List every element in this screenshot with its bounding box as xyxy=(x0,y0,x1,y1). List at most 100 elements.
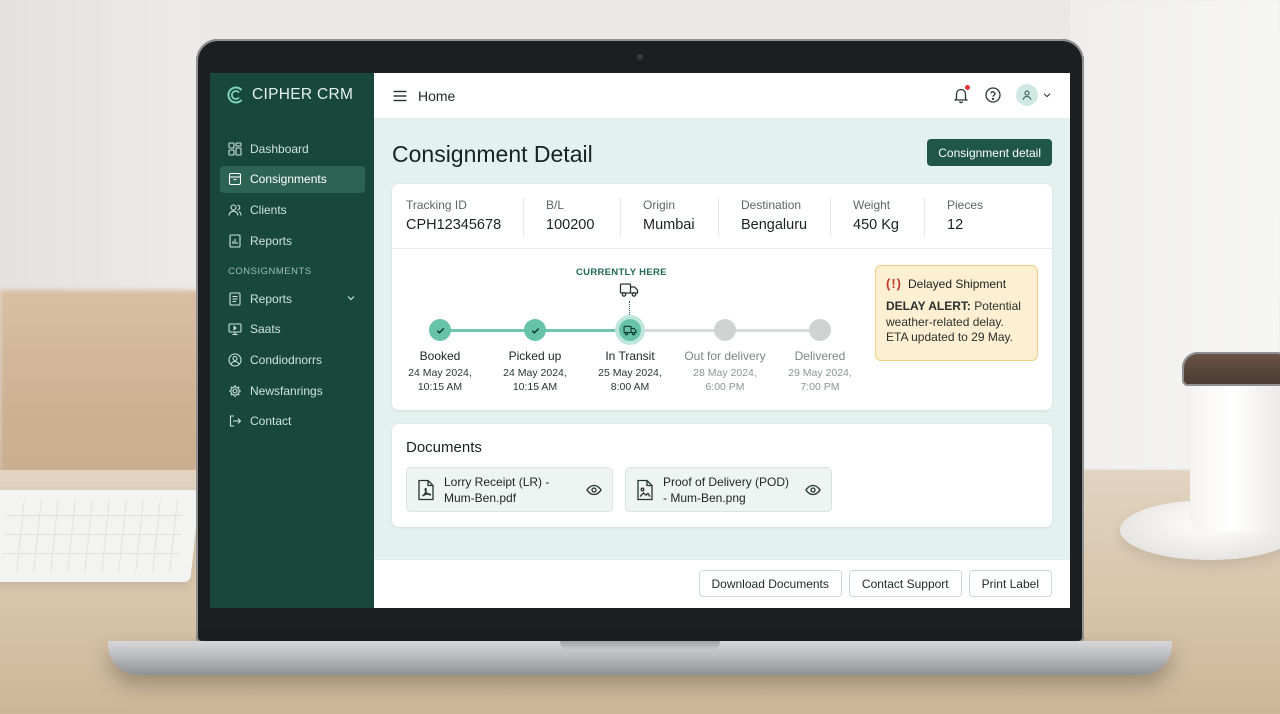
print-label-button[interactable]: Print Label xyxy=(968,570,1052,597)
download-documents-button[interactable]: Download Documents xyxy=(698,570,842,597)
step-date-time: 10:15 AM xyxy=(417,381,463,393)
sidebar-item-label: Newsfanrings xyxy=(250,383,323,398)
step-dot-booked xyxy=(429,319,451,341)
step-date-day: 28 May 2024, xyxy=(693,367,757,379)
field-label: B/L xyxy=(546,198,565,212)
field-value: 12 xyxy=(947,217,964,233)
eye-icon[interactable] xyxy=(805,482,821,498)
contact-support-button[interactable]: Contact Support xyxy=(848,570,962,597)
step-label: In Transit xyxy=(605,349,655,363)
image-file-icon xyxy=(637,479,653,501)
field-label: Weight xyxy=(853,198,891,212)
field-value: 450 Kg xyxy=(853,217,899,233)
step-date-time: 6:00 PM xyxy=(705,381,745,393)
field-value: Mumbai xyxy=(643,217,695,233)
sidebar-item-newsfanrings[interactable]: Newsfanrings xyxy=(220,377,365,404)
consignment-detail-button[interactable]: Consignment detail xyxy=(927,139,1052,166)
chevron-down-icon[interactable] xyxy=(345,292,357,304)
truck-icon xyxy=(623,325,637,335)
document-name: Lorry Receipt (LR) - Mum-Ben.pdf xyxy=(444,475,550,505)
shipment-timeline: CURRENTLY HERE Booked 24 May 2024,10:15 xyxy=(392,249,872,410)
gear-icon xyxy=(229,384,241,397)
users-icon xyxy=(228,204,242,216)
laptop-screen: CIPHER CRM Dashboard Consignments Client… xyxy=(210,73,1070,608)
step-label: Delivered xyxy=(794,349,846,363)
topbar: Home xyxy=(374,73,1070,119)
document-item-pod[interactable]: Proof of Delivery (POD) - Mum-Ben.png xyxy=(625,467,832,512)
sidebar-item-condiodnorrs[interactable]: Condiodnorrs xyxy=(220,346,365,373)
field-value: Bengaluru xyxy=(741,217,808,233)
alert-message: DELAY ALERT: Potential weather-related d… xyxy=(886,299,1027,346)
pdf-file-icon xyxy=(418,479,434,501)
topbar-actions xyxy=(952,84,1052,106)
field-label: Tracking ID xyxy=(406,198,467,212)
current-marker-line xyxy=(629,301,630,315)
brand-name: CIPHER CRM xyxy=(252,86,354,103)
notifications-button[interactable] xyxy=(952,85,970,104)
step-date: 28 May 2024, 6:00 PM xyxy=(675,366,775,394)
check-icon xyxy=(436,327,444,334)
step-date-time: 7:00 PM xyxy=(800,381,840,393)
truck-icon xyxy=(619,283,639,297)
origin-field: Origin Mumbai xyxy=(643,198,695,236)
delay-alert: (!) Delayed Shipment DELAY ALERT: Potent… xyxy=(875,265,1038,361)
step-dot-out-for-delivery xyxy=(714,319,736,341)
webcam xyxy=(637,54,643,60)
shipment-info-row: Tracking ID CPH12345678 B/L 100200 Origi… xyxy=(392,184,1052,249)
coffee-cup xyxy=(1182,352,1280,532)
sidebar-item-label: Reports xyxy=(250,291,293,306)
main-content: Consignment Detail Consignment detail Tr… xyxy=(374,119,1070,559)
page-breadcrumb[interactable]: Home xyxy=(418,88,455,104)
field-label: Origin xyxy=(643,198,676,212)
sidebar-item-label: Condiodnorrs xyxy=(250,352,323,367)
document-icon xyxy=(229,292,241,306)
box-icon xyxy=(228,173,242,186)
step-date-time: 10:15 AM xyxy=(512,381,558,393)
step-date-day: 24 May 2024, xyxy=(503,367,567,379)
logout-icon xyxy=(229,415,242,427)
sidebar-item-label: Reports xyxy=(250,233,293,248)
sidebar-nav: Dashboard Consignments Clients Reports C… xyxy=(220,135,365,439)
chevron-down-icon xyxy=(1043,93,1051,98)
brand[interactable]: CIPHER CRM xyxy=(226,85,353,105)
shipment-card: Tracking ID CPH12345678 B/L 100200 Origi… xyxy=(392,184,1052,410)
sidebar-item-label: Clients xyxy=(250,202,287,217)
user-icon xyxy=(1022,90,1032,100)
action-footer: Download Documents Contact Support Print… xyxy=(374,559,1070,608)
sidebar-item-label: Consignments xyxy=(250,172,327,187)
check-icon xyxy=(531,327,539,334)
currently-here-label: CURRENTLY HERE xyxy=(576,267,667,278)
help-icon xyxy=(985,87,1001,103)
bl-field: B/L 100200 xyxy=(546,198,594,236)
user-circle-icon xyxy=(228,353,242,367)
sidebar-item-reports-group[interactable]: Reports xyxy=(220,285,365,312)
sidebar-item-dashboard[interactable]: Dashboard xyxy=(220,135,365,162)
background-shelf xyxy=(0,290,200,490)
dashboard-icon xyxy=(228,141,242,156)
sidebar-item-reports[interactable]: Reports xyxy=(220,227,365,254)
sidebar-item-label: Contact xyxy=(250,414,292,429)
sidebar-item-contact[interactable]: Contact xyxy=(220,408,365,435)
sidebar-item-label: Dashboard xyxy=(250,141,309,156)
destination-field: Destination Bengaluru xyxy=(741,198,807,236)
field-label: Destination xyxy=(741,198,802,212)
warning-icon: (!) xyxy=(886,276,902,291)
sidebar-item-clients[interactable]: Clients xyxy=(220,196,365,223)
step-dot-delivered xyxy=(809,319,831,341)
hamburger-menu-icon[interactable] xyxy=(392,88,408,104)
step-dot-in-transit xyxy=(619,319,641,341)
documents-card: Documents Lorry Receipt (LR) - Mum-Ben.p… xyxy=(392,424,1052,527)
user-menu[interactable] xyxy=(1016,84,1052,106)
step-date-day: 24 May 2024, xyxy=(408,367,472,379)
sidebar-item-consignments[interactable]: Consignments xyxy=(220,165,365,193)
page-title: Consignment Detail xyxy=(392,141,593,167)
document-item-lr[interactable]: Lorry Receipt (LR) - Mum-Ben.pdf xyxy=(406,467,613,512)
eye-icon[interactable] xyxy=(586,482,602,498)
sidebar-item-saats[interactable]: Saats xyxy=(220,316,365,343)
notification-dot xyxy=(965,85,970,90)
step-date: 24 May 2024, 10:15 AM xyxy=(485,366,585,394)
alert-header: (!) Delayed Shipment xyxy=(886,276,1027,291)
cipher-logo-icon xyxy=(227,86,242,104)
help-button[interactable] xyxy=(984,86,1002,104)
step-date-day: 29 May 2024, xyxy=(788,367,852,379)
